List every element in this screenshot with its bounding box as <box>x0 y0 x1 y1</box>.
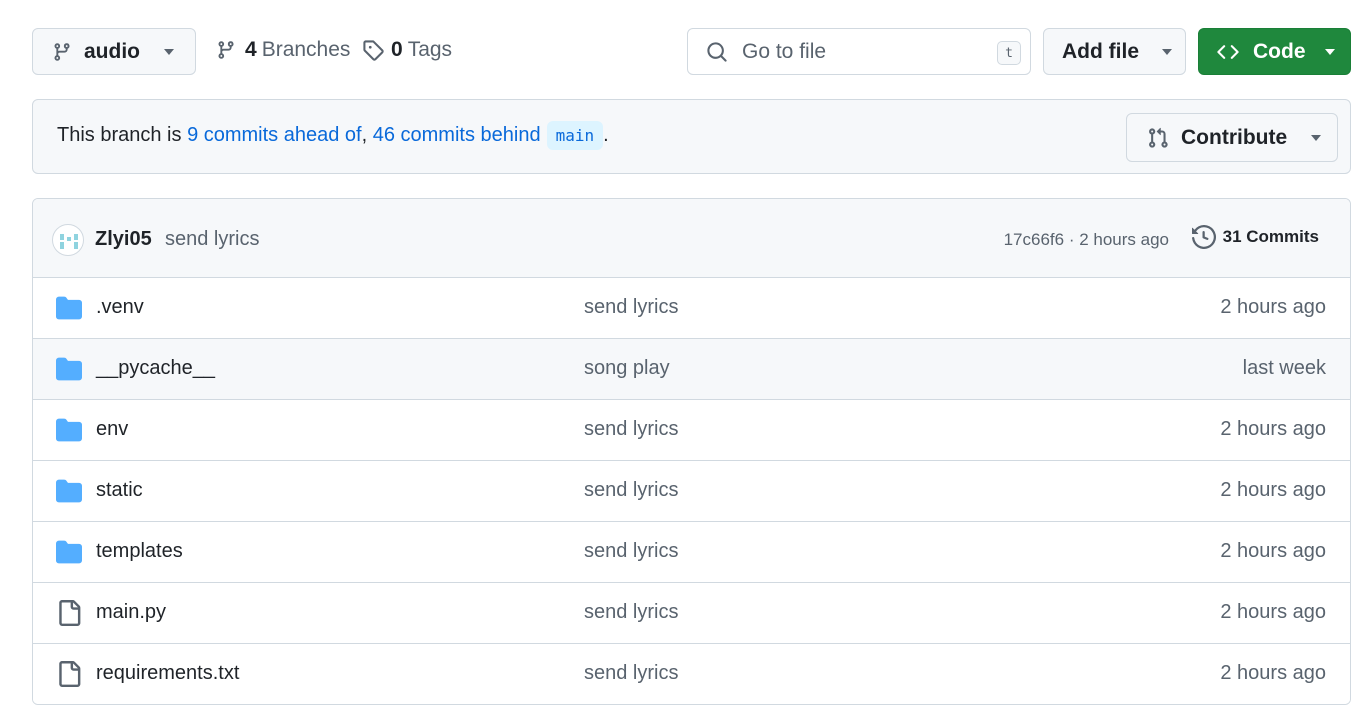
commits-history-link[interactable]: 31 Commits <box>1191 225 1319 249</box>
git-branch-icon <box>218 41 234 59</box>
folder-icon <box>56 540 82 564</box>
git-branch-icon <box>54 42 70 61</box>
folder-icon <box>56 296 82 320</box>
base-branch-label[interactable]: main <box>546 121 604 150</box>
commits-count-label: 31 Commits <box>1222 227 1319 246</box>
commit-meta: 17c66f6 · 2 hours ago <box>1004 230 1169 250</box>
folder-icon <box>56 357 82 381</box>
file-row-env[interactable]: env send lyrics 2 hours ago <box>33 400 1350 461</box>
tags-link[interactable]: 0 Tags <box>362 38 452 62</box>
file-age: 2 hours ago <box>1220 296 1326 318</box>
folder-icon <box>56 479 82 503</box>
commit-author[interactable]: Zlyi05 <box>95 228 152 251</box>
meta-dot: · <box>1064 230 1080 249</box>
chevron-down-icon <box>1324 48 1335 55</box>
file-name[interactable]: templates <box>96 540 183 563</box>
file-row-static[interactable]: static send lyrics 2 hours ago <box>33 461 1350 522</box>
code-label: Code <box>1253 39 1306 63</box>
file-age: 2 hours ago <box>1220 479 1326 501</box>
branches-count: 4 <box>245 38 257 61</box>
file-commit-message[interactable]: send lyrics <box>584 418 678 441</box>
branch-name: audio <box>84 39 140 63</box>
tags-count: 0 <box>391 38 403 61</box>
file-commit-message[interactable]: send lyrics <box>584 601 678 624</box>
commit-message[interactable]: send lyrics <box>165 228 259 251</box>
file-icon <box>59 600 81 626</box>
go-to-file-search[interactable]: t <box>687 28 1031 75</box>
branches-link[interactable]: 4 Branches <box>216 38 350 62</box>
file-name[interactable]: static <box>96 479 143 502</box>
commit-time: 2 hours ago <box>1079 230 1169 249</box>
file-commit-message[interactable]: song play <box>584 357 670 380</box>
banner-suffix: . <box>603 124 609 146</box>
file-row-requirements-txt[interactable]: requirements.txt send lyrics 2 hours ago <box>33 644 1350 704</box>
commit-hash[interactable]: 17c66f6 <box>1004 230 1065 249</box>
file-name[interactable]: .venv <box>96 296 144 319</box>
file-age: 2 hours ago <box>1220 418 1326 440</box>
file-commit-message[interactable]: send lyrics <box>584 296 678 319</box>
git-pull-request-icon <box>1149 127 1168 148</box>
file-name[interactable]: env <box>96 418 128 441</box>
file-age: 2 hours ago <box>1220 601 1326 623</box>
branch-status-banner: This branch is 9 commits ahead of, 46 co… <box>32 99 1351 174</box>
banner-prefix: This branch is <box>57 124 188 146</box>
file-commit-message[interactable]: send lyrics <box>584 540 678 563</box>
branches-label: Branches <box>261 38 351 61</box>
tag-icon <box>363 40 384 61</box>
add-file-button[interactable]: Add file <box>1043 28 1186 75</box>
branch-selector-button[interactable]: audio <box>32 28 196 75</box>
chevron-down-icon <box>1162 48 1172 55</box>
file-icon <box>59 661 81 687</box>
history-icon <box>1191 225 1216 249</box>
file-row-venv[interactable]: .venv send lyrics 2 hours ago <box>33 278 1350 339</box>
commits-behind-link[interactable]: 46 commits behind <box>373 124 541 147</box>
file-name[interactable]: __pycache__ <box>96 357 215 380</box>
file-name[interactable]: requirements.txt <box>96 662 239 685</box>
banner-separator: , <box>361 124 373 146</box>
latest-commit-row: Zlyi05 send lyrics 17c66f6 · 2 hours ago… <box>33 199 1350 278</box>
commits-ahead-link[interactable]: 9 commits ahead of <box>187 124 362 147</box>
avatar[interactable] <box>52 224 84 256</box>
search-icon <box>707 41 727 62</box>
file-table: Zlyi05 send lyrics 17c66f6 · 2 hours ago… <box>32 198 1351 705</box>
file-commit-message[interactable]: send lyrics <box>584 662 678 685</box>
file-name[interactable]: main.py <box>96 601 166 624</box>
tags-label: Tags <box>407 38 453 61</box>
chevron-down-icon <box>1311 134 1322 141</box>
contribute-label: Contribute <box>1181 125 1288 149</box>
file-row-templates[interactable]: templates send lyrics 2 hours ago <box>33 522 1350 583</box>
code-button[interactable]: Code <box>1198 28 1351 75</box>
folder-icon <box>56 418 82 442</box>
file-age: last week <box>1242 357 1326 379</box>
file-row-pycache[interactable]: __pycache__ song play last week <box>33 339 1350 400</box>
file-row-main-py[interactable]: main.py send lyrics 2 hours ago <box>33 583 1350 644</box>
chevron-down-icon <box>164 48 174 55</box>
file-age: 2 hours ago <box>1220 540 1326 562</box>
file-age: 2 hours ago <box>1220 662 1326 684</box>
search-input[interactable] <box>742 39 982 64</box>
add-file-label: Add file <box>1062 39 1139 63</box>
file-commit-message[interactable]: send lyrics <box>584 479 678 502</box>
code-icon <box>1217 44 1239 59</box>
contribute-button[interactable]: Contribute <box>1126 113 1338 162</box>
branch-status-text: This branch is 9 commits ahead of, 46 co… <box>57 121 609 150</box>
keyboard-shortcut-hint: t <box>997 41 1021 65</box>
